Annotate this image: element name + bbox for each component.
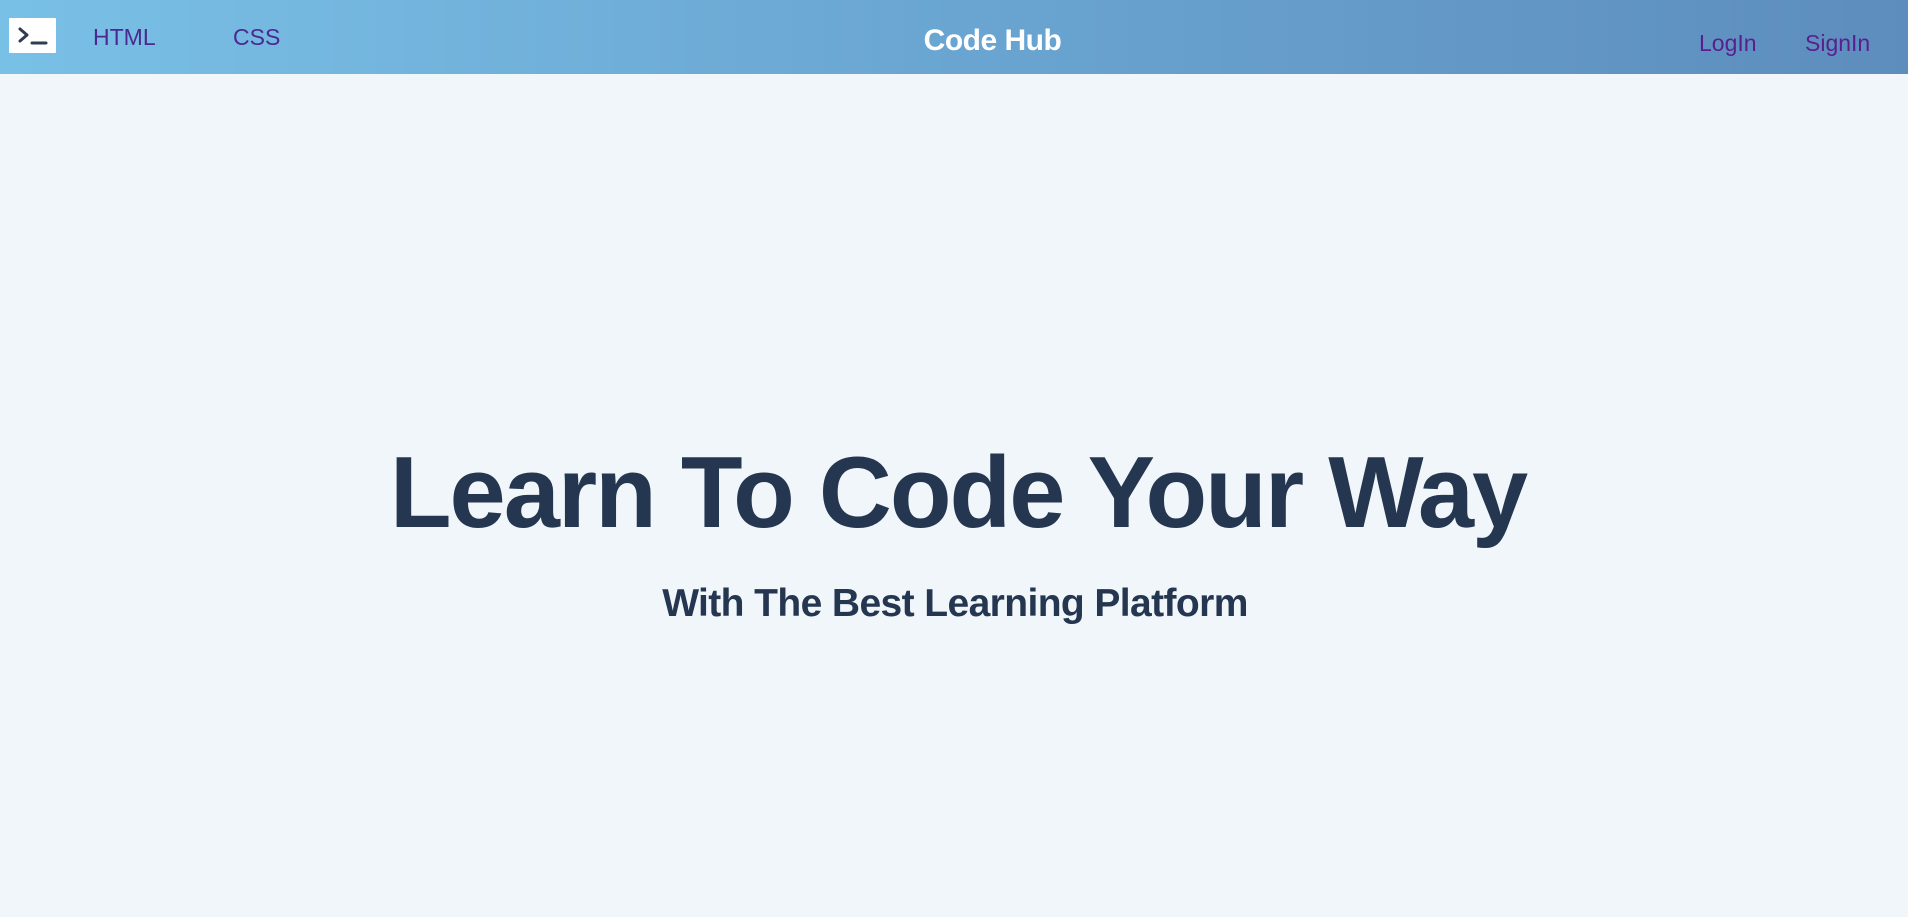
signin-link[interactable]: SignIn: [1805, 30, 1870, 57]
hero-section: Learn To Code Your Way With The Best Lea…: [0, 74, 1908, 917]
hero-subtitle: With The Best Learning Platform: [662, 582, 1248, 626]
top-navbar: HTML CSS Code Hub LogIn SignIn: [0, 0, 1908, 74]
brand-title: Code Hub: [923, 24, 1062, 57]
page: HTML CSS Code Hub LogIn SignIn Learn To …: [0, 0, 1908, 917]
login-link[interactable]: LogIn: [1699, 30, 1757, 57]
hero-title: Learn To Code Your Way: [389, 436, 1528, 549]
